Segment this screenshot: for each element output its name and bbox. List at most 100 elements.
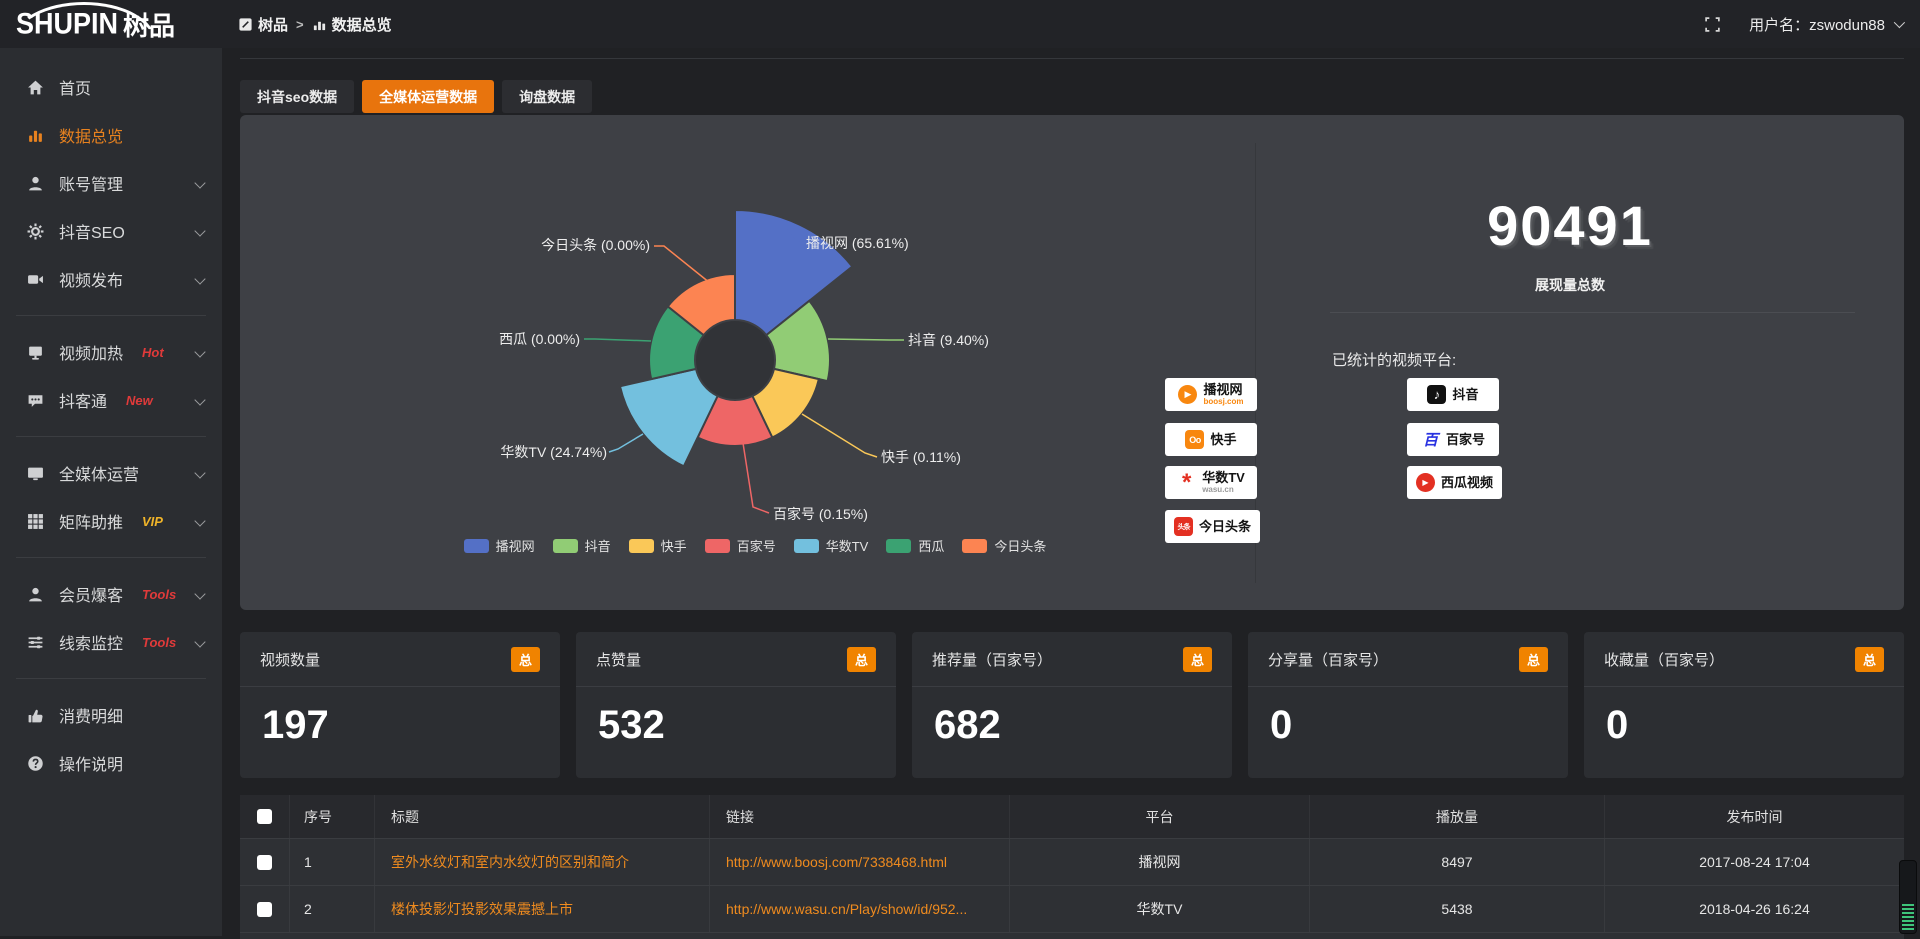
legend-label: 华数TV <box>826 536 869 555</box>
douyin-note-icon: ♪ <box>1427 385 1446 404</box>
sidebar-item-matrix-boost[interactable]: 矩阵助推 VIP <box>0 497 222 545</box>
xigua-play-icon: ▶ <box>1416 473 1435 492</box>
video-title-link[interactable]: 室外水纹灯和室内水纹灯的区别和简介 <box>391 852 629 872</box>
bar-chart-icon <box>26 126 44 144</box>
stat-card-value: 532 <box>576 687 896 748</box>
pie-label-toutiao: 今日头条 (0.00%) <box>541 235 650 255</box>
video-camera-icon <box>26 270 44 288</box>
user-icon <box>26 174 44 192</box>
pie-label-boshiwang: 播视网 (65.61%) <box>806 233 909 253</box>
video-url-link[interactable]: http://www.boosj.com/7338468.html <box>726 854 947 870</box>
sidebar-item-label: 抖客通 <box>59 388 107 412</box>
pie-donut-hole <box>696 321 774 399</box>
sidebar-divider <box>16 436 206 437</box>
data-tabs: 抖音seo数据 全媒体运营数据 询盘数据 <box>240 80 592 113</box>
sidebar-item-label: 全媒体运营 <box>59 461 139 485</box>
breadcrumb-root[interactable]: 树品 <box>238 14 288 35</box>
screen-heat-icon <box>26 343 44 361</box>
monitor-icon <box>26 464 44 482</box>
chevron-down-icon <box>194 394 205 405</box>
platform-badge-douyin: ♪ 抖音 <box>1407 378 1499 411</box>
summary-divider-line <box>1330 312 1855 313</box>
tab-inquiry-data[interactable]: 询盘数据 <box>502 80 592 113</box>
platform-badge-huashutv: * 华数TVwasu.cn <box>1165 466 1257 499</box>
tab-media-ops-data[interactable]: 全媒体运营数据 <box>362 80 494 113</box>
chat-bubble-icon <box>26 391 44 409</box>
sidebar-item-label: 视频加热 <box>59 340 123 364</box>
platform-sub: boosj.com <box>1203 397 1243 407</box>
row-views: 8497 <box>1310 839 1605 885</box>
legend-item-baijiahao[interactable]: 百家号 <box>705 536 776 555</box>
legend-item-xigua[interactable]: 西瓜 <box>886 536 944 555</box>
home-icon <box>26 78 44 96</box>
col-header-index: 序号 <box>290 795 375 838</box>
sidebar-item-member-tools[interactable]: 会员爆客 Tools <box>0 570 222 618</box>
callout-line-kuaishou <box>802 414 877 457</box>
sidebar-item-lead-monitor[interactable]: 线索监控 Tools <box>0 618 222 666</box>
stat-card-value: 0 <box>1248 687 1568 748</box>
stat-card-shares: 分享量（百家号）总 0 <box>1248 632 1568 778</box>
sidebar-item-video-publish[interactable]: 视频发布 <box>0 255 222 303</box>
sidebar-item-label: 矩阵助推 <box>59 509 123 533</box>
legend-item-kuaishou[interactable]: 快手 <box>629 536 687 555</box>
chart-legend: 播视网 抖音 快手 百家号 华数TV 西瓜 今日头条 <box>240 536 1270 555</box>
sidebar-item-douyin-seo[interactable]: 抖音SEO <box>0 207 222 255</box>
sidebar-item-label: 线索监控 <box>59 630 123 654</box>
table-row: 1 室外水纹灯和室内水纹灯的区别和简介 http://www.boosj.com… <box>240 839 1904 886</box>
sidebar-item-video-heat[interactable]: 视频加热 Hot <box>0 328 222 376</box>
new-badge: New <box>126 393 153 408</box>
sliders-icon <box>26 633 44 651</box>
sidebar-item-spend-detail[interactable]: 消费明细 <box>0 691 222 739</box>
row-index: 1 <box>290 839 375 885</box>
stat-card-value: 682 <box>912 687 1232 748</box>
sidebar-item-account[interactable]: 账号管理 <box>0 159 222 207</box>
sidebar-item-data-overview[interactable]: 数据总览 <box>0 111 222 159</box>
row-published: 2017-08-24 17:04 <box>1605 839 1904 885</box>
legend-item-douyin[interactable]: 抖音 <box>553 536 611 555</box>
floating-widget[interactable] <box>1899 860 1917 934</box>
select-all-checkbox[interactable] <box>257 809 272 824</box>
sidebar-item-help[interactable]: 操作说明 <box>0 739 222 787</box>
sidebar-item-media-ops[interactable]: 全媒体运营 <box>0 449 222 497</box>
pie-slice-huashutv[interactable] <box>620 369 718 466</box>
sidebar-item-home[interactable]: 首页 <box>0 63 222 111</box>
widget-stripes-icon <box>1902 904 1914 930</box>
kuaishou-icon: Oo <box>1185 430 1204 449</box>
chevron-down-icon <box>194 588 205 599</box>
logo-text-en: SHUPIN <box>16 7 118 40</box>
pie-label-xigua: 西瓜 (0.00%) <box>499 329 580 349</box>
stat-card-value: 0 <box>1584 687 1904 748</box>
sidebar-item-doketong[interactable]: 抖客通 New <box>0 376 222 424</box>
pie-label-kuaishou: 快手 (0.11%) <box>881 447 961 467</box>
question-circle-icon <box>26 754 44 772</box>
video-title-link[interactable]: 楼体投影灯投影效果震撼上市 <box>391 899 573 919</box>
legend-swatch <box>705 539 730 553</box>
overview-panel: 播视网 (65.61%) 抖音 (9.40%) 快手 (0.11%) 百家号 (… <box>240 115 1904 610</box>
stat-card-label: 视频数量 <box>260 649 320 670</box>
chevron-down-icon <box>194 273 205 284</box>
legend-swatch <box>794 539 819 553</box>
stat-card-label: 收藏量（百家号） <box>1604 649 1724 670</box>
callout-line-baijiahao <box>743 443 769 513</box>
sidebar-item-label: 消费明细 <box>59 703 123 727</box>
sidebar-item-label: 会员爆客 <box>59 582 123 606</box>
chevron-down-icon <box>1894 17 1905 28</box>
breadcrumb-current[interactable]: 数据总览 <box>312 14 392 35</box>
row-checkbox[interactable] <box>257 855 272 870</box>
sidebar-divider <box>16 315 206 316</box>
video-url-link[interactable]: http://www.wasu.cn/Play/show/id/952... <box>726 901 967 917</box>
platform-name: 百家号 <box>1446 433 1485 447</box>
legend-label: 快手 <box>661 536 687 555</box>
row-checkbox[interactable] <box>257 902 272 917</box>
col-header-published: 发布时间 <box>1605 795 1904 838</box>
gear-icon <box>26 222 44 240</box>
tab-douyin-seo-data[interactable]: 抖音seo数据 <box>240 80 354 113</box>
platform-name: 抖音 <box>1452 388 1478 402</box>
legend-item-boshiwang[interactable]: 播视网 <box>464 536 535 555</box>
legend-item-huashutv[interactable]: 华数TV <box>794 536 869 555</box>
legend-item-toutiao[interactable]: 今日头条 <box>962 536 1046 555</box>
wasu-star-icon: * <box>1177 473 1196 492</box>
breadcrumb-root-label: 树品 <box>258 14 288 35</box>
fullscreen-icon[interactable] <box>1704 16 1721 33</box>
user-menu[interactable]: 用户名：zswodun88 <box>1749 14 1902 35</box>
